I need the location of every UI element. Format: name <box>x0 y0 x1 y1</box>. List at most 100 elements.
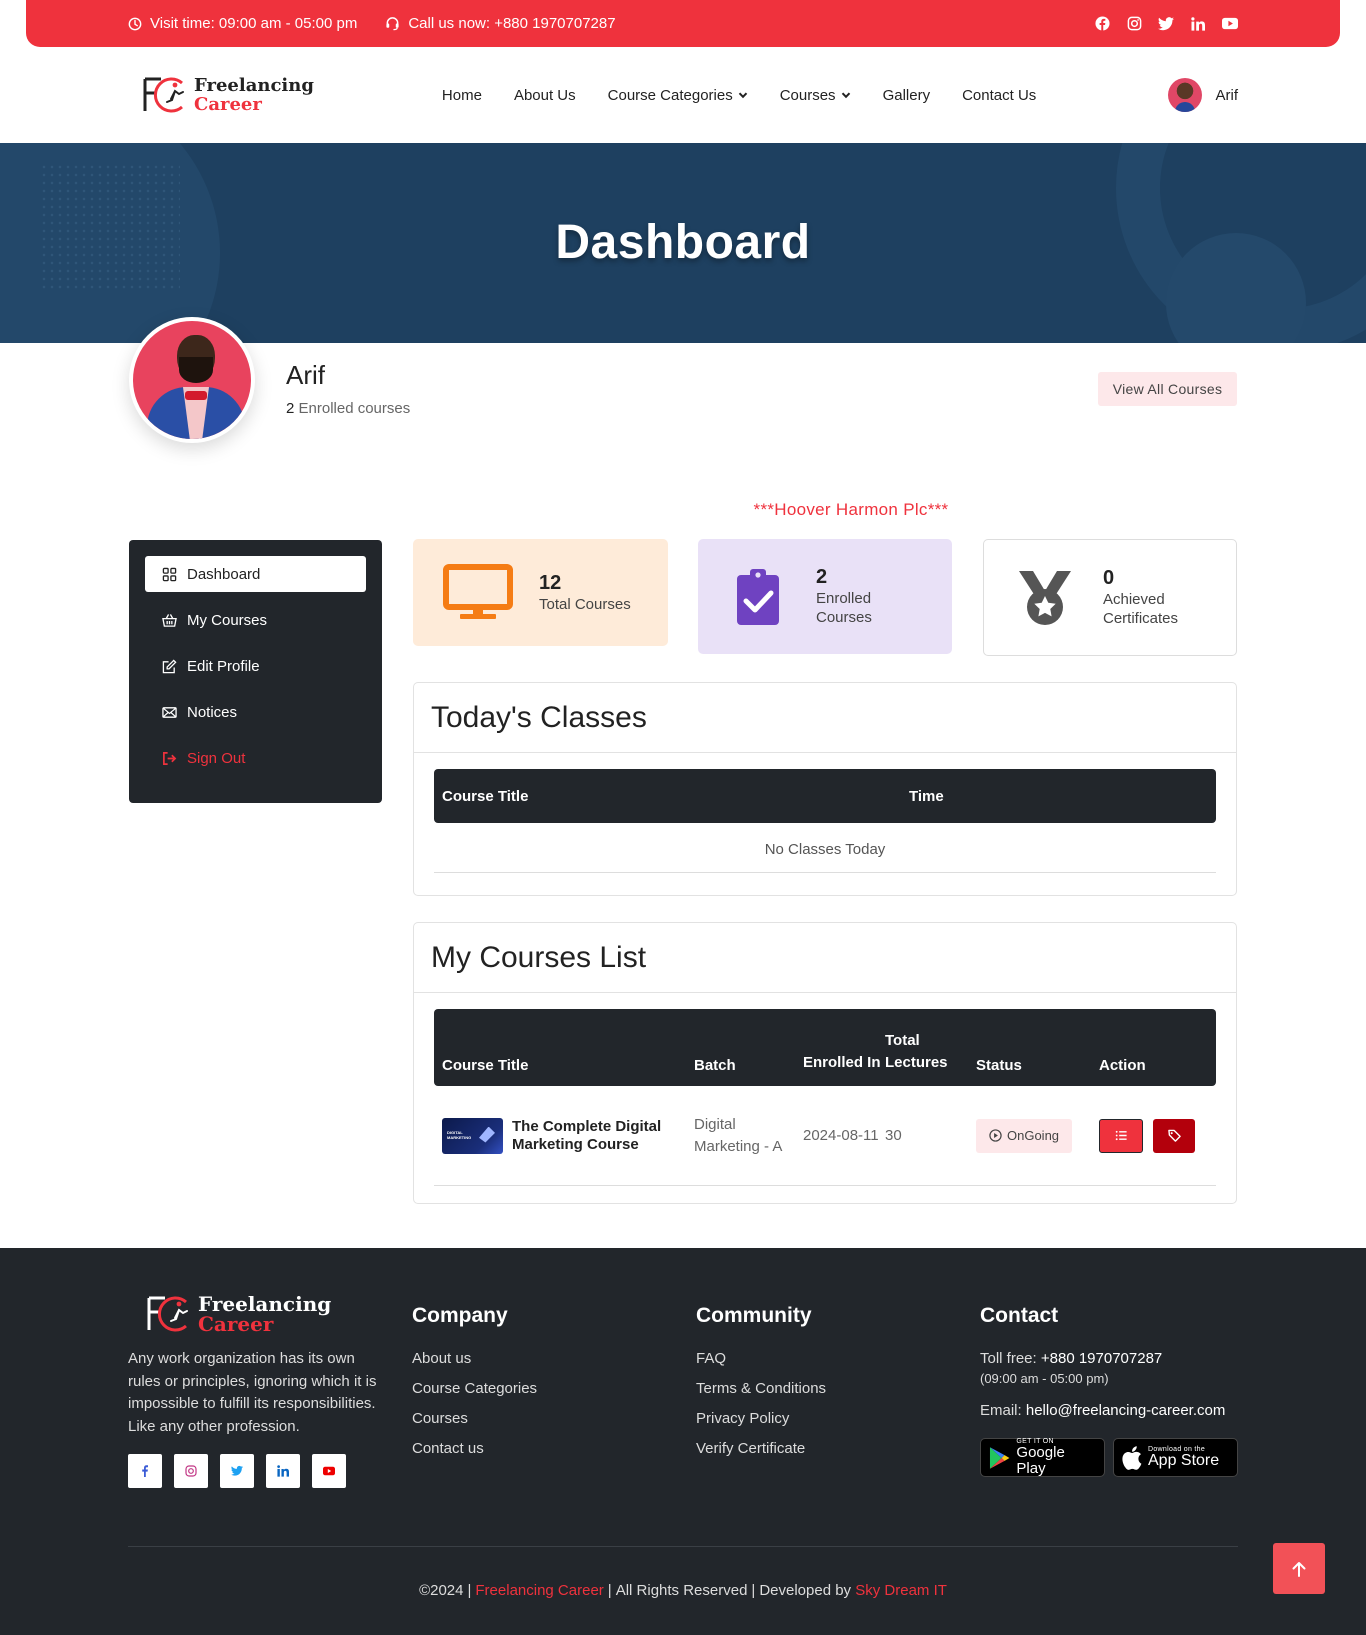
visit-time: Visit time: 09:00 am - 05:00 pm <box>128 15 357 32</box>
sidebar-item-label: Sign Out <box>187 749 246 767</box>
th-batch: Batch <box>694 1057 736 1074</box>
apple-icon <box>1122 1445 1142 1470</box>
profile-photo-beard <box>179 357 213 383</box>
nav-home[interactable]: Home <box>442 87 482 104</box>
facebook-icon[interactable] <box>1094 16 1110 32</box>
course-details-button[interactable] <box>1099 1118 1143 1153</box>
fc-logo-mark-icon <box>147 1296 188 1332</box>
course-title-cell[interactable]: The Complete Digital Marketing Course <box>434 1117 694 1154</box>
app-store-button[interactable]: Download on the App Store <box>1113 1438 1238 1477</box>
sidebar-item-notices[interactable]: Notices <box>145 694 366 730</box>
app-store-big: App Store <box>1148 1452 1220 1469</box>
footer-link-about-us[interactable]: About us <box>412 1350 537 1367</box>
stat-enrolled-courses: 2 Enrolled Courses <box>698 539 952 654</box>
footer-about-text: Any work organization has its own rules … <box>128 1350 377 1435</box>
logo-text: Freelancing Career <box>198 1294 331 1334</box>
app-store-badges: GET IT ON Google Play Download on the Ap… <box>980 1438 1240 1477</box>
logo-line-1: Freelancing <box>198 1292 332 1316</box>
course-thumbnail <box>442 1117 503 1154</box>
twitter-icon[interactable] <box>1158 16 1174 32</box>
table-header: Course Title Batch Enrolled In Total Lec… <box>434 1009 1216 1086</box>
instagram-icon[interactable] <box>174 1454 208 1488</box>
todays-classes-table: Course Title Time No Classes Today <box>414 753 1236 889</box>
footer-link-faq[interactable]: FAQ <box>696 1350 826 1367</box>
footer-link-privacy[interactable]: Privacy Policy <box>696 1410 826 1427</box>
clipboard-check-icon <box>737 568 779 625</box>
footer-divider <box>128 1546 1238 1547</box>
footer-link-contact-us[interactable]: Contact us <box>412 1440 537 1457</box>
footer-link-terms[interactable]: Terms & Conditions <box>696 1380 826 1397</box>
youtube-icon[interactable] <box>312 1454 346 1488</box>
footer-company: Company About us Course Categories Cours… <box>412 1294 537 1470</box>
site-logo[interactable]: Freelancing Career <box>142 75 314 115</box>
th-action: Action <box>1099 1057 1146 1074</box>
chevron-down-icon <box>738 92 747 99</box>
toll-free-number[interactable]: +880 1970707287 <box>1041 1350 1162 1367</box>
facebook-icon[interactable] <box>128 1454 162 1488</box>
avatar <box>1167 78 1202 112</box>
call-us-text: Call us now: +880 1970707287 <box>408 15 616 32</box>
sidebar-item-sign-out[interactable]: Sign Out <box>145 740 366 776</box>
logo-text: Freelancing Career <box>194 76 314 114</box>
developer-link[interactable]: Sky Dream IT <box>855 1582 947 1599</box>
nav-about-us[interactable]: About Us <box>514 87 576 104</box>
sidebar-item-my-courses[interactable]: My Courses <box>145 602 366 638</box>
stat-label: Achieved Certificates <box>1103 591 1179 627</box>
play-circle-icon <box>989 1129 1002 1142</box>
nav-menu: Home About Us Course Categories Courses … <box>442 87 1036 104</box>
monitor-icon <box>443 563 513 619</box>
nav-gallery[interactable]: Gallery <box>883 87 931 104</box>
sidebar-item-dashboard[interactable]: Dashboard <box>145 556 366 592</box>
visit-time-text: Visit time: 09:00 am - 05:00 pm <box>150 15 358 32</box>
app-store-text: Download on the App Store <box>1148 1446 1219 1469</box>
call-us[interactable]: Call us now: +880 1970707287 <box>385 15 616 32</box>
enrolled-text: Enrolled courses <box>298 400 411 417</box>
instagram-icon[interactable] <box>1126 16 1142 32</box>
list-icon <box>1115 1130 1127 1141</box>
nav-courses[interactable]: Courses <box>780 87 851 104</box>
nav-course-categories[interactable]: Course Categories <box>608 87 748 104</box>
course-title: The Complete Digital Marketing Course <box>512 1117 662 1153</box>
footer-link-verify-certificate[interactable]: Verify Certificate <box>696 1440 826 1457</box>
copyright-dev-label: Developed by <box>759 1582 852 1599</box>
linkedin-icon[interactable] <box>266 1454 300 1488</box>
company-tag-text: ***Hoover Harmon Plc*** <box>753 500 949 519</box>
chevron-down-icon <box>841 92 850 99</box>
todays-classes-title: Today's Classes <box>414 683 1236 753</box>
dashboard-hero: Dashboard <box>0 143 1366 343</box>
twitter-icon[interactable] <box>220 1454 254 1488</box>
user-name: Arif <box>1215 86 1239 104</box>
course-total-lectures: 30 <box>885 1127 902 1144</box>
footer-community: Community FAQ Terms & Conditions Privacy… <box>696 1294 826 1470</box>
footer-socials <box>128 1454 384 1488</box>
footer-link-course-categories[interactable]: Course Categories <box>412 1380 537 1397</box>
envelope-icon <box>162 706 177 718</box>
email-address[interactable]: hello@freelancing-career.com <box>1026 1402 1226 1419</box>
course-tag-button[interactable] <box>1153 1118 1195 1153</box>
logo-line-1: Freelancing <box>194 75 314 96</box>
user-menu[interactable]: Arif <box>1167 78 1239 112</box>
copyright-rights: All Rights Reserved <box>615 1582 748 1599</box>
copyright-brand-link[interactable]: Freelancing Career <box>475 1582 603 1599</box>
profile-photo <box>129 317 255 443</box>
nav-course-categories-label: Course Categories <box>607 86 733 104</box>
sign-out-icon <box>163 751 177 765</box>
sidebar-item-edit-profile[interactable]: Edit Profile <box>145 648 366 684</box>
scroll-to-top-button[interactable] <box>1273 1543 1325 1594</box>
nav-contact-us[interactable]: Contact Us <box>962 87 1036 104</box>
toll-free: Toll free: +880 1970707287 <box>980 1350 1240 1367</box>
th-total-lectures: Total Lectures <box>885 1032 948 1071</box>
my-courses-table: Course Title Batch Enrolled In Total Lec… <box>414 993 1236 1202</box>
footer-contact: Contact Toll free: +880 1970707287 (09:0… <box>980 1294 1240 1477</box>
action-cell <box>1099 1118 1199 1153</box>
view-all-courses-button[interactable]: View All Courses <box>1098 372 1237 406</box>
youtube-icon[interactable] <box>1222 16 1238 32</box>
footer-logo[interactable]: Freelancing Career <box>146 1294 384 1334</box>
course-enrolled-date: 2024-08-11 <box>803 1126 879 1144</box>
my-courses-panel: My Courses List Course Title Batch Enrol… <box>413 922 1237 1204</box>
stat-label: Total Courses <box>539 595 631 613</box>
footer-link-courses[interactable]: Courses <box>412 1410 537 1427</box>
google-play-button[interactable]: GET IT ON Google Play <box>980 1438 1105 1477</box>
linkedin-icon[interactable] <box>1190 16 1206 32</box>
top-socials <box>1094 16 1238 32</box>
